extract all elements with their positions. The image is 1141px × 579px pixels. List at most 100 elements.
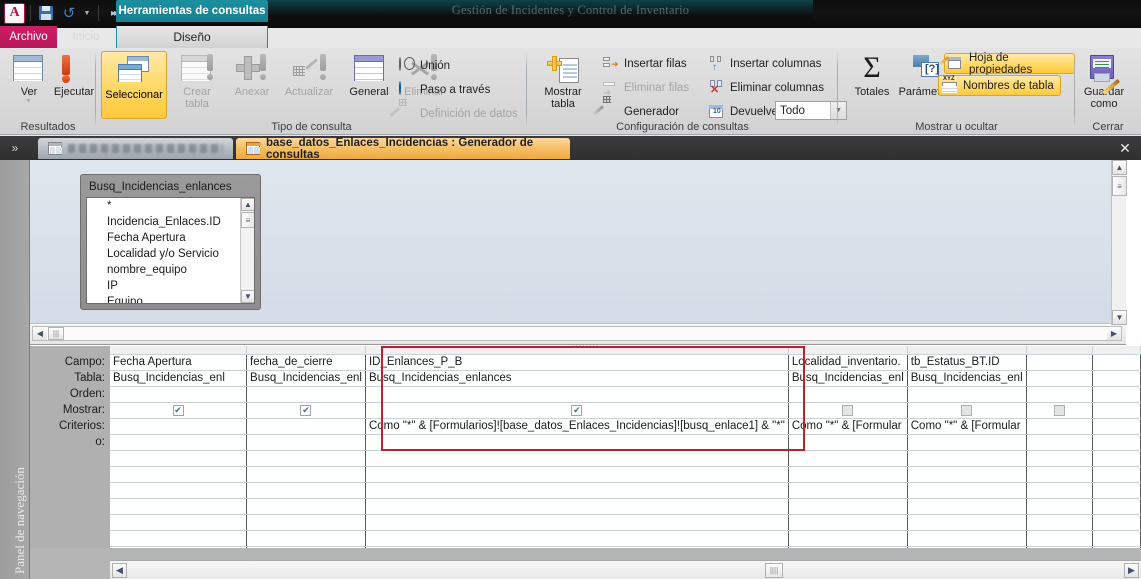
cell-tabla[interactable] bbox=[1092, 370, 1141, 387]
tab-diseno[interactable]: Diseño bbox=[116, 26, 268, 48]
show-checkbox[interactable]: ✔ bbox=[300, 404, 312, 416]
cell-orden[interactable] bbox=[788, 386, 908, 403]
cell-criterios[interactable]: Como "*" & [Formular bbox=[907, 418, 1027, 435]
cell-tabla[interactable]: Busq_Incidencias_enl bbox=[907, 370, 1027, 387]
column-selector[interactable] bbox=[1092, 346, 1141, 355]
nombres-tabla-toggle[interactable]: XYZ Nombres de tabla bbox=[938, 75, 1061, 96]
cell-mostrar[interactable] bbox=[1092, 402, 1141, 419]
paso-a-traves-button[interactable]: Paso a través bbox=[399, 81, 490, 99]
list-item[interactable]: Localidad y/o Servicio bbox=[87, 246, 254, 262]
table-row[interactable] bbox=[110, 546, 1141, 548]
eliminar-filas-button[interactable]: ➜ Eliminar filas bbox=[603, 79, 689, 99]
diagram-scroll-down-icon[interactable]: ▼ bbox=[1112, 310, 1127, 325]
table-row[interactable] bbox=[110, 498, 1141, 515]
show-checkbox[interactable]: ✔ bbox=[172, 404, 184, 416]
cell-criterios[interactable] bbox=[110, 418, 248, 435]
scroll-down-icon[interactable]: ▼ bbox=[241, 290, 254, 303]
query-grid-horizontal-scrollbar[interactable]: ◀ |||| ▶ bbox=[110, 560, 1141, 579]
list-item[interactable]: IP bbox=[87, 278, 254, 294]
grid-scroll-right-icon[interactable]: ▶ bbox=[1124, 563, 1139, 578]
cell-criterios[interactable]: Como "*" & [Formularios]![base_datos_Enl… bbox=[365, 418, 789, 435]
cell-campo[interactable]: ID_Enlances_P_B bbox=[365, 354, 789, 371]
list-item[interactable]: Incidencia_Enlaces.ID bbox=[87, 214, 254, 230]
list-item[interactable]: Fecha Apertura bbox=[87, 230, 254, 246]
column-selector[interactable] bbox=[788, 346, 908, 355]
grid-scroll-thumb[interactable]: |||| bbox=[765, 563, 783, 578]
general-button[interactable]: General bbox=[342, 52, 396, 98]
table-diagram-pane[interactable]: Busq_Incidencias_enlances * Incidencia_E… bbox=[30, 160, 1127, 325]
cell-orden[interactable] bbox=[110, 386, 248, 403]
eliminar-columnas-button[interactable]: ✕ Eliminar columnas bbox=[709, 79, 824, 97]
union-button[interactable]: Unión bbox=[399, 57, 450, 75]
table-row[interactable] bbox=[110, 514, 1141, 531]
cell-orden[interactable] bbox=[365, 386, 789, 403]
cell-tabla[interactable]: Busq_Incidencias_enlances bbox=[365, 370, 789, 387]
cell-mostrar[interactable]: ✔ bbox=[110, 402, 248, 419]
document-tab-active[interactable]: base_datos_Enlaces_Incidencias : Generad… bbox=[236, 137, 570, 161]
grid-scroll-left-icon[interactable]: ◀ bbox=[112, 563, 127, 578]
guardar-como-button[interactable]: Guardar como bbox=[1079, 52, 1129, 110]
table-row[interactable] bbox=[110, 530, 1141, 547]
ver-dropdown-icon[interactable]: ▼ bbox=[25, 98, 32, 105]
navigation-panel-collapsed[interactable]: » Panel de navegación bbox=[0, 136, 30, 579]
cell-campo[interactable]: tb_Estatus_BT.ID bbox=[907, 354, 1027, 371]
cell-campo[interactable] bbox=[1026, 354, 1093, 371]
cell-mostrar[interactable]: ✔ bbox=[365, 402, 789, 419]
cell-tabla[interactable]: Busq_Incidencias_enl bbox=[110, 370, 248, 387]
document-tab-inactive[interactable] bbox=[38, 138, 233, 159]
totales-button[interactable]: Σ Totales bbox=[846, 52, 898, 99]
cell-campo[interactable]: Localidad_inventario. bbox=[788, 354, 908, 371]
cell-tabla[interactable] bbox=[1026, 370, 1093, 387]
access-logo-icon[interactable]: A bbox=[4, 2, 25, 24]
cell-mostrar[interactable] bbox=[1026, 402, 1093, 419]
field-list[interactable]: * Incidencia_Enlaces.ID Fecha Apertura L… bbox=[86, 197, 255, 304]
cell-o[interactable] bbox=[1026, 434, 1093, 451]
crear-tabla-button[interactable]: Crear tabla bbox=[171, 52, 223, 110]
cell-campo[interactable] bbox=[1092, 354, 1141, 371]
cell-mostrar[interactable]: ✔ bbox=[246, 402, 366, 419]
table-row[interactable] bbox=[110, 450, 1141, 467]
list-item[interactable]: nombre_equipo bbox=[87, 262, 254, 278]
cell-mostrar[interactable] bbox=[907, 402, 1027, 419]
query-grid-columns-area[interactable]: Fecha Apertura fecha_de_cierre ID_Enlanc… bbox=[110, 346, 1141, 548]
show-checkbox[interactable]: ✔ bbox=[571, 404, 583, 416]
diagram-vertical-scrollbar[interactable]: ▲ ≡ ▼ bbox=[1111, 160, 1127, 325]
tab-archivo[interactable]: Archivo bbox=[0, 26, 57, 48]
expand-navigation-panel-button[interactable]: » bbox=[0, 136, 30, 160]
diagram-horizontal-scrollbar[interactable]: ◀ ||| ▶ bbox=[32, 326, 1122, 341]
undo-dropdown-icon[interactable]: ▼ bbox=[82, 3, 93, 23]
table-row[interactable] bbox=[110, 482, 1141, 499]
undo-icon[interactable]: ↺ bbox=[59, 3, 79, 23]
cell-mostrar[interactable] bbox=[788, 402, 908, 419]
hscroll-left-icon[interactable]: ◀ bbox=[33, 327, 47, 340]
diagram-scroll-thumb[interactable]: ≡ bbox=[1112, 176, 1127, 196]
cell-o[interactable] bbox=[907, 434, 1027, 451]
cell-orden[interactable] bbox=[1092, 386, 1141, 403]
cell-criterios[interactable] bbox=[1026, 418, 1093, 435]
cell-tabla[interactable]: Busq_Incidencias_enl bbox=[246, 370, 366, 387]
insertar-columnas-button[interactable]: ↑ Insertar columnas bbox=[709, 55, 821, 73]
diagram-scroll-up-icon[interactable]: ▲ bbox=[1112, 160, 1127, 175]
scroll-up-icon[interactable]: ▲ bbox=[241, 198, 254, 211]
cell-campo[interactable]: fecha_de_cierre bbox=[246, 354, 366, 371]
tab-inicio[interactable]: Inicio bbox=[57, 26, 115, 48]
save-icon[interactable] bbox=[36, 3, 56, 23]
ejecutar-button[interactable]: Ejecutar bbox=[48, 52, 100, 98]
cell-o[interactable] bbox=[788, 434, 908, 451]
insertar-filas-button[interactable]: ➜ Insertar filas bbox=[603, 55, 687, 73]
column-selector[interactable] bbox=[1026, 346, 1093, 355]
column-selector-row[interactable] bbox=[110, 346, 1141, 355]
list-item[interactable]: Equipo bbox=[87, 294, 254, 303]
column-selector[interactable] bbox=[907, 346, 1027, 355]
cell-orden[interactable] bbox=[246, 386, 366, 403]
cell-o[interactable] bbox=[1092, 434, 1141, 451]
cell-criterios[interactable] bbox=[246, 418, 366, 435]
cell-o[interactable] bbox=[110, 434, 248, 451]
list-item[interactable]: * bbox=[87, 198, 254, 214]
table-row[interactable] bbox=[110, 466, 1141, 483]
hscroll-right-icon[interactable]: ▶ bbox=[1107, 327, 1121, 340]
field-list-box[interactable]: Busq_Incidencias_enlances * Incidencia_E… bbox=[80, 174, 261, 310]
hoja-propiedades-toggle[interactable]: Hoja de propiedades bbox=[939, 52, 1075, 76]
column-selector[interactable] bbox=[246, 346, 366, 355]
field-list-scrollbar[interactable]: ▲ ≡ ▼ bbox=[240, 198, 254, 303]
